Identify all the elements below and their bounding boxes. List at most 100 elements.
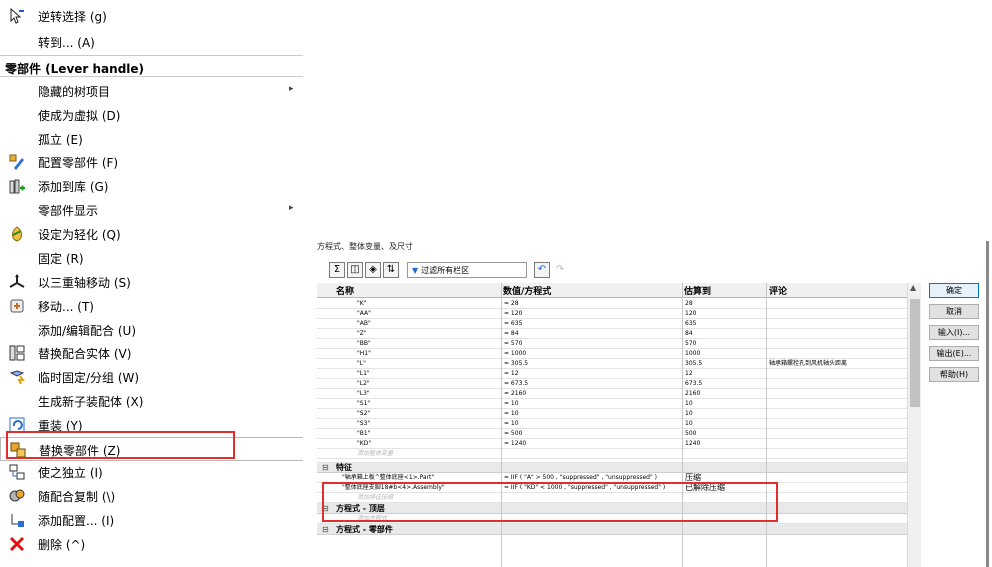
ok-button[interactable]: 确定 bbox=[929, 283, 979, 298]
table-row[interactable]: "KD" = 1240 1240 bbox=[317, 439, 907, 449]
grid-cell[interactable]: = 2160 bbox=[504, 389, 526, 398]
dimension-view-icon[interactable]: ◈ bbox=[365, 262, 381, 278]
grid-section-header[interactable]: ⊟ 方程式 - 零部件 bbox=[317, 524, 907, 535]
table-row[interactable]: "Z" = 84 84 bbox=[317, 329, 907, 339]
menu-item[interactable]: 移动... (T) bbox=[0, 294, 303, 318]
grid-cell[interactable]: "轴承箱上板^整体底座<1>.Part" bbox=[342, 473, 434, 482]
grid-cell[interactable]: = 84 bbox=[504, 329, 519, 338]
grid-cell[interactable]: 10 bbox=[685, 409, 693, 418]
grid-cell[interactable]: = 570 bbox=[504, 339, 522, 348]
menu-item-goto[interactable]: 转到... (A) bbox=[0, 30, 303, 54]
table-row[interactable]: "L" = 305.5 305.5 轴承箱螺栓孔到风机轴头距离 bbox=[317, 359, 907, 369]
menu-item[interactable]: 随配合复制 (\) bbox=[0, 484, 303, 508]
table-row[interactable]: "K" = 28 28 bbox=[317, 299, 907, 309]
grid-cell[interactable]: "S2" bbox=[357, 409, 370, 418]
menu-item[interactable]: 零部件显示 ▸ bbox=[0, 198, 303, 222]
grid-cell[interactable]: = 1000 bbox=[504, 349, 526, 358]
table-row[interactable]: "S3" = 10 10 bbox=[317, 419, 907, 429]
table-row[interactable]: "AA" = 120 120 bbox=[317, 309, 907, 319]
grid-cell[interactable]: "L" bbox=[357, 359, 366, 368]
grid-section-header[interactable]: ⊟ 特征 bbox=[317, 462, 907, 473]
grid-scrollbar[interactable]: ▲ bbox=[907, 283, 921, 567]
menu-item[interactable]: 使之独立 (I) bbox=[0, 460, 303, 484]
menu-item[interactable]: 固定 (R) bbox=[0, 246, 303, 270]
collapse-toggle-icon[interactable]: ⊟ bbox=[322, 524, 329, 535]
grid-cell[interactable]: = 12 bbox=[504, 369, 519, 378]
grid-cell[interactable]: = 1240 bbox=[504, 439, 526, 448]
redo-icon[interactable]: ↷ bbox=[552, 262, 568, 278]
table-row[interactable]: "L3" = 2160 2160 bbox=[317, 389, 907, 399]
grid-cell[interactable]: "H1" bbox=[357, 349, 371, 358]
menu-item[interactable]: 添加配置... (I) bbox=[0, 508, 303, 532]
menu-item[interactable]: 生成新子装配体 (X) bbox=[0, 389, 303, 413]
grid-cell[interactable]: = IIF ( "A" > 500 , "suppressed" , "unsu… bbox=[504, 473, 657, 482]
menu-item[interactable]: 配置零部件 (F) bbox=[0, 150, 303, 174]
grid-cell[interactable]: 570 bbox=[685, 339, 696, 348]
grid-cell[interactable]: 673.5 bbox=[685, 379, 702, 388]
grid-cell[interactable]: 10 bbox=[685, 419, 693, 428]
grid-cell[interactable]: = 10 bbox=[504, 399, 519, 408]
menu-item[interactable]: 设定为轻化 (Q) bbox=[0, 222, 303, 246]
grid-cell[interactable]: 轴承箱螺栓孔到风机轴头距离 bbox=[769, 359, 847, 368]
grid-cell[interactable]: "KD" bbox=[357, 439, 371, 448]
grid-cell[interactable]: "Z" bbox=[357, 329, 367, 338]
sketch-equation-view-icon[interactable]: ◫ bbox=[347, 262, 363, 278]
grid-cell[interactable]: "L1" bbox=[357, 369, 370, 378]
table-row[interactable]: "S1" = 10 10 bbox=[317, 399, 907, 409]
grid-cell[interactable]: "BB" bbox=[357, 339, 371, 348]
grid-cell[interactable]: 635 bbox=[685, 319, 696, 328]
menu-item[interactable]: 替换配合实体 (V) bbox=[0, 341, 303, 365]
grid-cell[interactable]: = 10 bbox=[504, 409, 519, 418]
grid-cell[interactable]: "S1" bbox=[357, 399, 370, 408]
menu-item[interactable]: 添加/编辑配合 (U) bbox=[0, 318, 303, 342]
import-button[interactable]: 输入(I)... bbox=[929, 325, 979, 340]
export-button[interactable]: 输出(E)... bbox=[929, 346, 979, 361]
menu-item[interactable]: 以三重轴移动 (S) bbox=[0, 270, 303, 294]
menu-item-reverse-selection[interactable]: 逆转选择 (g) bbox=[0, 4, 303, 28]
menu-item[interactable]: 临时固定/分组 (W) bbox=[0, 365, 303, 389]
menu-item[interactable]: 隐藏的树项目 ▸ bbox=[0, 79, 303, 103]
table-row[interactable]: "B1" = 500 500 bbox=[317, 429, 907, 439]
menu-item[interactable]: 删除 (^) bbox=[0, 532, 303, 556]
grid-cell[interactable]: 84 bbox=[685, 329, 693, 338]
collapse-toggle-icon[interactable]: ⊟ bbox=[322, 462, 329, 473]
grid-cell[interactable]: "L3" bbox=[357, 389, 370, 398]
grid-cell[interactable]: "AB" bbox=[357, 319, 371, 328]
menu-item[interactable]: 使成为虚拟 (D) bbox=[0, 103, 303, 127]
grid-cell[interactable]: 2160 bbox=[685, 389, 700, 398]
grid-cell[interactable]: 添加整体变量 bbox=[357, 449, 393, 458]
help-button[interactable]: 帮助(H) bbox=[929, 367, 979, 382]
grid-cell[interactable]: 12 bbox=[685, 369, 693, 378]
grid-cell[interactable]: 10 bbox=[685, 399, 693, 408]
table-row[interactable]: 添加整体变量 bbox=[317, 449, 907, 459]
cancel-button[interactable]: 取消 bbox=[929, 304, 979, 319]
grid-cell[interactable]: 压缩 bbox=[685, 473, 701, 482]
grid-cell[interactable]: 120 bbox=[685, 309, 696, 318]
undo-icon[interactable]: ↶ bbox=[534, 262, 550, 278]
grid-cell[interactable]: = 120 bbox=[504, 309, 522, 318]
table-row[interactable]: "BB" = 570 570 bbox=[317, 339, 907, 349]
grid-cell[interactable]: 500 bbox=[685, 429, 696, 438]
grid-cell[interactable]: "AA" bbox=[357, 309, 371, 318]
ordered-view-icon[interactable]: ⇅ bbox=[383, 262, 399, 278]
scroll-thumb[interactable] bbox=[910, 299, 920, 407]
menu-item[interactable]: 添加到库 (G) bbox=[0, 174, 303, 198]
grid-cell[interactable]: 28 bbox=[685, 299, 693, 308]
grid-cell[interactable]: 1240 bbox=[685, 439, 700, 448]
grid-cell[interactable]: = 673.5 bbox=[504, 379, 528, 388]
grid-cell[interactable]: = 10 bbox=[504, 419, 519, 428]
equation-view-icon[interactable]: Σ bbox=[329, 262, 345, 278]
grid-cell[interactable]: 305.5 bbox=[685, 359, 702, 368]
filter-input[interactable]: ▼ 过滤所有栏区 bbox=[407, 262, 527, 278]
grid-cell[interactable]: "B1" bbox=[357, 429, 370, 438]
grid-cell[interactable]: "L2" bbox=[357, 379, 370, 388]
grid-cell[interactable]: = 635 bbox=[504, 319, 522, 328]
table-row[interactable]: "AB" = 635 635 bbox=[317, 319, 907, 329]
table-row[interactable]: "H1" = 1000 1000 bbox=[317, 349, 907, 359]
grid-cell[interactable]: = 28 bbox=[504, 299, 519, 308]
grid-cell[interactable]: = 500 bbox=[504, 429, 522, 438]
table-row[interactable]: "L1" = 12 12 bbox=[317, 369, 907, 379]
menu-item[interactable]: 孤立 (E) bbox=[0, 127, 303, 151]
grid-cell[interactable]: "K" bbox=[357, 299, 366, 308]
table-row[interactable]: "S2" = 10 10 bbox=[317, 409, 907, 419]
